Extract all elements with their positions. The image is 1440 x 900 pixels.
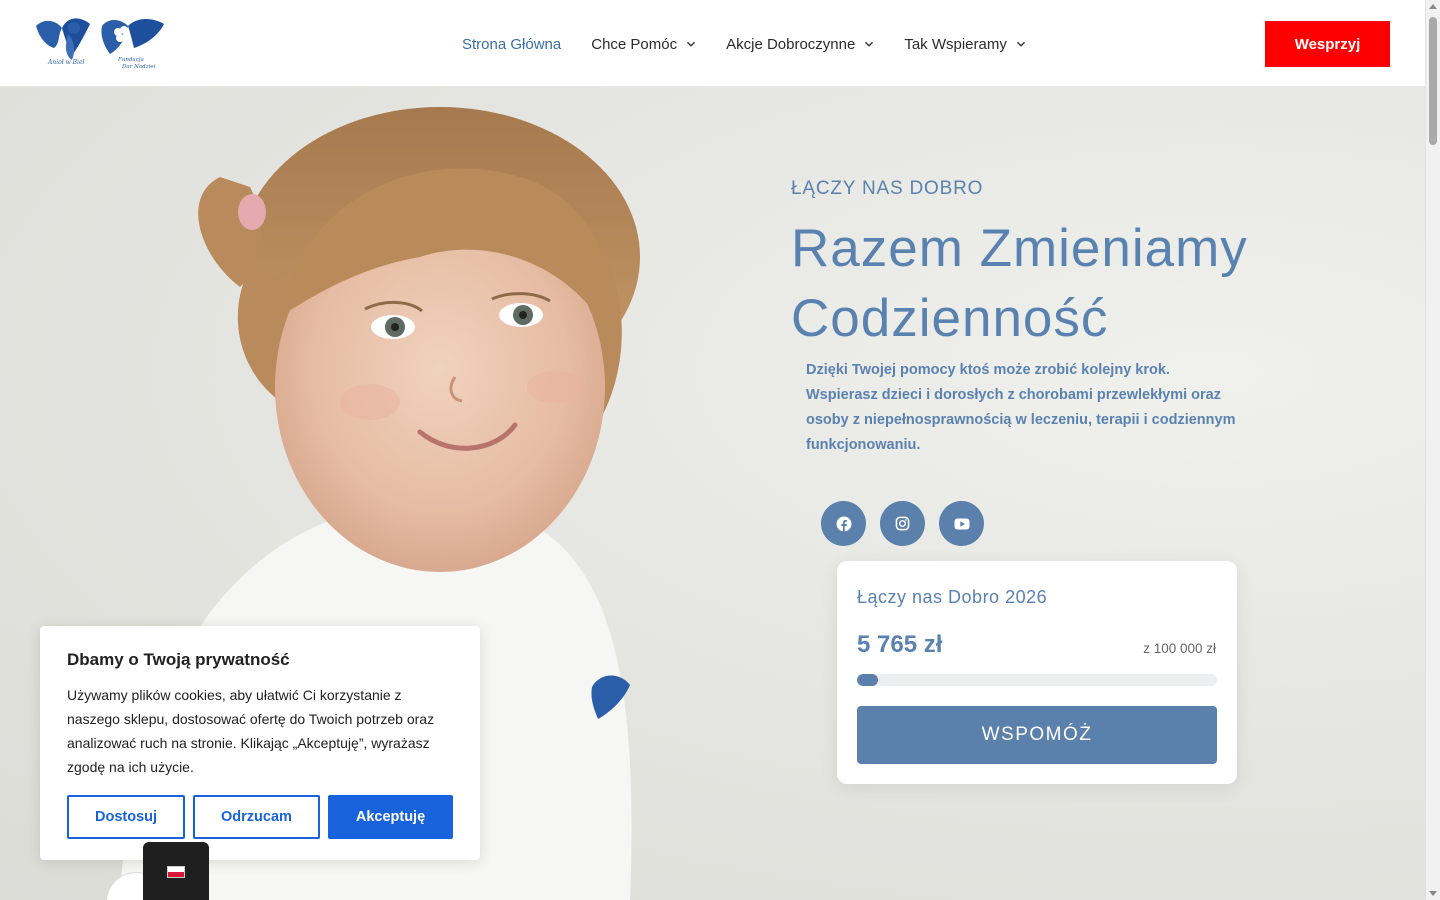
- scroll-up-arrow-icon[interactable]: [1429, 4, 1437, 9]
- instagram-link[interactable]: [880, 501, 925, 546]
- nav-how-we-support[interactable]: Tak Wspieramy: [904, 33, 1026, 55]
- chevron-down-icon: [1016, 41, 1025, 47]
- scrollbar-thumb[interactable]: [1429, 17, 1437, 145]
- nav-home-label: Strona Główna: [462, 35, 562, 53]
- youtube-icon: [954, 518, 969, 529]
- site-header: Anioł w Biel Fundacja Dar Nadziei Strona…: [0, 0, 1425, 87]
- nav-want-to-help-label: Chce Pomóc: [591, 35, 678, 53]
- youtube-link[interactable]: [939, 501, 984, 546]
- cookie-reject-button[interactable]: Odrzucam: [193, 795, 320, 839]
- main-nav: Strona Główna Chce Pomóc Akcje Dobroczyn…: [462, 33, 1056, 55]
- foundation-logo[interactable]: Anioł w Biel Fundacja Dar Nadziei: [34, 14, 166, 72]
- hero-kicker: ŁĄCZY NAS DOBRO: [791, 178, 984, 199]
- nav-home[interactable]: Strona Główna: [462, 33, 561, 55]
- campaign-card: Łączy nas Dobro 2026 5 765 zł z 100 000 …: [837, 561, 1237, 784]
- cookie-consent-banner: Dbamy o Twoją prywatność Używamy plików …: [40, 626, 480, 860]
- hero-headline-line2: Codzienność: [791, 289, 1109, 348]
- campaign-goal-amount: z 100 000 zł: [1143, 641, 1216, 656]
- facebook-icon: [836, 516, 851, 531]
- cookie-customize-button[interactable]: Dostosuj: [67, 795, 185, 839]
- nav-want-to-help[interactable]: Chce Pomóc: [591, 33, 696, 55]
- nav-how-we-support-label: Tak Wspieramy: [904, 35, 1007, 53]
- nav-charity-actions-label: Akcje Dobroczynne: [726, 35, 856, 53]
- svg-text:Anioł w Biel: Anioł w Biel: [47, 59, 85, 66]
- scroll-down-arrow-icon[interactable]: [1429, 891, 1437, 896]
- donate-button[interactable]: Wesprzyj: [1265, 21, 1390, 67]
- campaign-title: Łączy nas Dobro 2026: [857, 587, 1048, 607]
- instagram-icon: [895, 516, 910, 531]
- page-scrollbar[interactable]: [1425, 0, 1440, 900]
- support-button[interactable]: WSPOMÓŻ: [857, 706, 1217, 764]
- hero-headline: Razem Zmieniamy Codzienność: [791, 214, 1351, 354]
- facebook-link[interactable]: [821, 501, 866, 546]
- chevron-down-icon: [865, 41, 874, 47]
- chevron-down-icon: [687, 41, 696, 47]
- hero-headline-line1: Razem Zmieniamy: [791, 219, 1248, 278]
- language-switcher[interactable]: [143, 842, 209, 900]
- cookie-text: Używamy plików cookies, aby ułatwić Ci k…: [67, 687, 435, 775]
- svg-text:Dar Nadziei: Dar Nadziei: [121, 64, 156, 70]
- campaign-progress-bar: [857, 674, 1217, 686]
- nav-charity-actions[interactable]: Akcje Dobroczynne: [726, 33, 874, 55]
- svg-text:Fundacja: Fundacja: [117, 57, 144, 63]
- pl-flag-icon: [167, 866, 185, 878]
- campaign-raised-amount: 5 765 zł: [857, 631, 943, 658]
- cookie-title: Dbamy o Twoją prywatność: [67, 650, 290, 669]
- cookie-accept-button[interactable]: Akceptuję: [328, 795, 453, 839]
- campaign-progress-fill: [857, 674, 878, 686]
- hero-description: Dzięki Twojej pomocy ktoś może zrobić ko…: [806, 362, 1236, 453]
